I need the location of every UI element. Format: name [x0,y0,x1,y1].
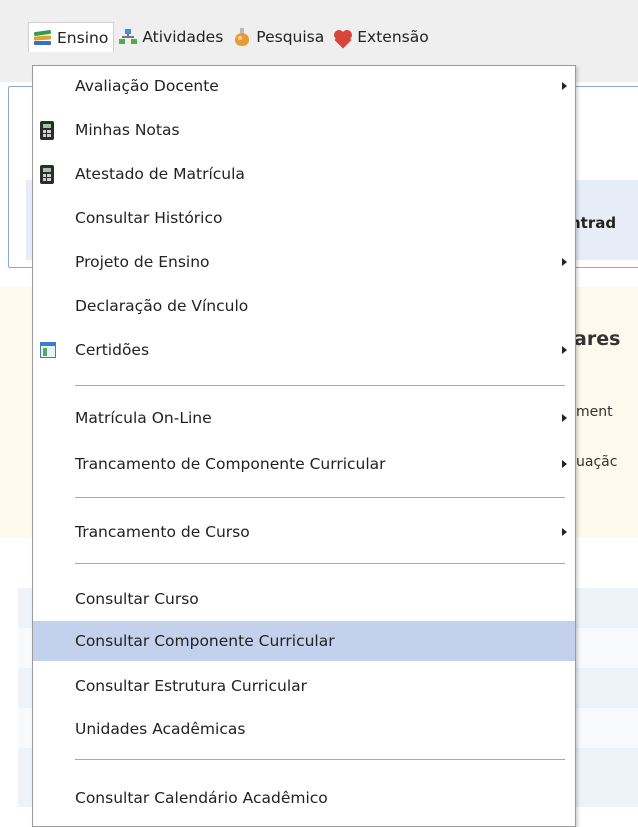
menu-item-label: Consultar Curso [75,590,199,608]
background-text-ment: ment [576,404,613,420]
menu-item-label: Trancamento de Componente Curricular [75,455,386,473]
menu-atividades-label: Atividades [142,28,224,46]
menu-item-consultar-calendario[interactable]: Consultar Calendário Acadêmico [33,778,575,818]
menu-extensao[interactable]: Extensão [329,22,433,52]
menu-item-label: Consultar Histórico [75,209,223,227]
background-text-ares: ares [574,328,621,350]
certificate-icon [40,342,56,358]
menu-item-atestado-matricula[interactable]: Atestado de Matrícula [33,154,575,194]
menu-item-label: Consultar Estrutura Curricular [75,677,308,695]
menu-ensino[interactable]: Ensino [28,22,115,52]
submenu-arrow-icon [562,528,567,536]
books-icon [33,28,53,48]
menu-separator [75,497,565,499]
menu-item-unidades-academicas[interactable]: Unidades Acadêmicas [33,709,575,749]
submenu-arrow-icon [562,82,567,90]
submenu-arrow-icon [562,346,567,354]
menu-item-label: Certidões [75,341,150,359]
menu-separator [75,563,565,565]
top-menu-row: Ensino Atividades Pesquisa Extensão [28,22,434,52]
menu-atividades[interactable]: Atividades [114,22,228,52]
network-icon [118,27,138,47]
menu-item-minhas-notas[interactable]: Minhas Notas [33,110,575,150]
menu-item-avaliacao-docente[interactable]: Avaliação Docente [33,66,575,106]
menu-item-consultar-componente-curricular[interactable]: Consultar Componente Curricular [33,621,575,661]
menu-pesquisa[interactable]: Pesquisa [228,22,329,52]
menu-item-consultar-estrutura-curricular[interactable]: Consultar Estrutura Curricular [33,666,575,706]
heart-icon [333,27,353,49]
menu-extensao-label: Extensão [357,28,429,46]
menu-item-label: Declaração de Vínculo [75,297,249,315]
submenu-arrow-icon [562,414,567,422]
menu-item-matricula-online[interactable]: Matrícula On-Line [33,398,575,438]
menu-item-declaracao-vinculo[interactable]: Declaração de Vínculo [33,286,575,326]
background-text-uacao: uaçãc [576,454,618,470]
background-text-entrad: ntrad [570,214,617,232]
menu-item-label: Unidades Acadêmicas [75,720,246,738]
submenu-arrow-icon [562,258,567,266]
flask-icon [232,27,252,47]
menu-item-consultar-curso[interactable]: Consultar Curso [33,579,575,619]
calculator-icon [40,120,54,140]
menu-item-trancamento-curso[interactable]: Trancamento de Curso [33,512,575,552]
menu-item-label: Atestado de Matrícula [75,165,245,183]
menu-item-projeto-ensino[interactable]: Projeto de Ensino [33,242,575,282]
menu-item-label: Consultar Calendário Acadêmico [75,789,328,807]
menu-item-trancamento-componente[interactable]: Trancamento de Componente Curricular [33,444,575,484]
menu-separator [75,385,565,387]
menu-pesquisa-label: Pesquisa [256,28,325,46]
menu-item-label: Projeto de Ensino [75,253,210,271]
menu-item-label: Avaliação Docente [75,77,219,95]
submenu-arrow-icon [562,460,567,468]
menu-item-label: Trancamento de Curso [75,523,250,541]
menu-item-label: Consultar Componente Curricular [75,632,335,650]
menu-item-certidoes[interactable]: Certidões [33,330,575,370]
ensino-dropdown-menu: Avaliação Docente Minhas Notas Atestado … [32,65,576,827]
menu-item-consultar-historico[interactable]: Consultar Histórico [33,198,575,238]
menu-ensino-label: Ensino [57,28,109,47]
menu-separator [75,759,565,761]
calculator-icon [40,164,54,184]
menu-item-label: Matrícula On-Line [75,409,212,427]
menu-item-label: Minhas Notas [75,121,180,139]
